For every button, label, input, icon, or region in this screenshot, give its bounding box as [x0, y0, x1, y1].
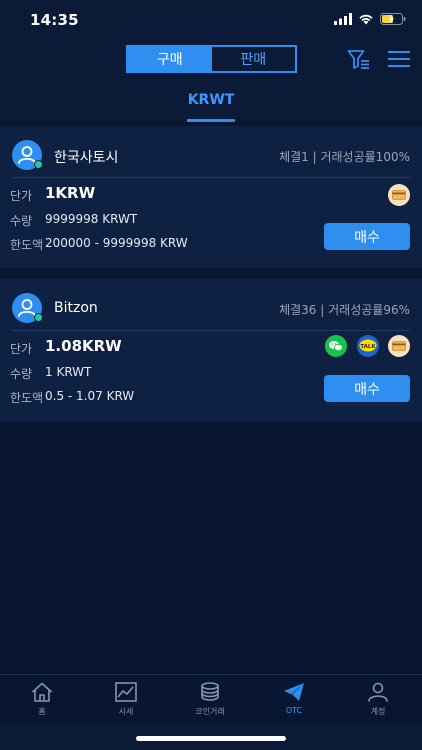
merchant-name[interactable]: 한국사토시	[54, 147, 118, 167]
chart-icon	[115, 682, 137, 702]
buy-sell-segment: 구매 판매	[126, 45, 297, 73]
limit-label: 한도액	[10, 391, 44, 405]
payment-method-wechat	[325, 335, 347, 357]
quantity-label: 수량	[10, 214, 33, 228]
quantity-label: 수량	[10, 367, 33, 381]
quantity-value: 9999998 KRWT	[45, 212, 138, 226]
kakaotalk-label: TALK	[360, 344, 376, 350]
nav-label: 코인거래	[195, 707, 225, 716]
home-indicator	[136, 736, 286, 741]
header: 구매 판매	[0, 40, 422, 80]
order-card: Bitzon 체결36 | 거래성공률96% 단가 1.08KRW TALK 수…	[0, 279, 422, 421]
limit-value: 0.5 - 1.07 KRW	[45, 389, 135, 403]
buy-button[interactable]: 매수	[324, 223, 410, 250]
limit-value: 200000 - 9999998 KRW	[45, 236, 188, 250]
home-icon	[31, 682, 53, 702]
merchant-stats: 체결1 | 거래성공률100%	[279, 150, 410, 164]
online-status-dot	[34, 313, 43, 322]
price-label: 단가	[10, 189, 33, 203]
battery-charging-icon	[380, 13, 406, 25]
nav-item-otc[interactable]: OTC	[252, 679, 336, 723]
status-bar: 14:35	[0, 0, 422, 40]
bottom-nav: 홈 시세 코인거래 OTC 계정	[0, 674, 422, 724]
hamburger-menu-icon	[388, 51, 410, 67]
order-list: 한국사토시 체결1 | 거래성공률100% 단가 1KRW 수량 9999998…	[0, 122, 422, 674]
payment-method-bank	[388, 335, 410, 357]
nav-label: 시세	[118, 707, 134, 716]
nav-label: 계정	[370, 707, 386, 716]
segment-sell[interactable]: 판매	[211, 47, 295, 71]
merchant-name[interactable]: Bitzon	[54, 300, 98, 316]
payment-method-kakaotalk: TALK	[357, 335, 379, 357]
menu-button[interactable]	[388, 50, 410, 68]
filter-icon	[347, 50, 369, 69]
divider	[12, 330, 410, 331]
coins-icon	[201, 682, 219, 701]
bank-card-icon	[392, 190, 406, 200]
wechat-icon	[329, 341, 343, 352]
status-time: 14:35	[30, 11, 79, 29]
nav-item-market[interactable]: 시세	[84, 679, 168, 723]
buy-button[interactable]: 매수	[324, 375, 410, 402]
currency-tab-bar: KRWT	[0, 82, 422, 122]
cellular-signal-icon	[334, 13, 352, 25]
price-value: 1.08KRW	[45, 337, 122, 355]
online-status-dot	[34, 160, 43, 169]
nav-label: 홈	[38, 707, 46, 716]
nav-label: OTC	[285, 706, 303, 715]
tab-krwt[interactable]: KRWT	[0, 92, 422, 108]
price-label: 단가	[10, 342, 33, 356]
wifi-icon	[359, 14, 373, 25]
nav-item-home[interactable]: 홈	[0, 679, 84, 723]
user-icon	[368, 682, 388, 702]
payment-method-bank	[388, 184, 410, 206]
status-icons	[334, 13, 406, 25]
nav-item-coin-trade[interactable]: 코인거래	[168, 679, 252, 723]
price-value: 1KRW	[45, 184, 96, 202]
kakaotalk-icon: TALK	[359, 339, 377, 352]
order-card: 한국사토시 체결1 | 거래성공률100% 단가 1KRW 수량 9999998…	[0, 126, 422, 268]
divider	[12, 177, 410, 178]
segment-buy[interactable]: 구매	[128, 47, 212, 71]
filter-button[interactable]	[347, 49, 371, 71]
nav-item-account[interactable]: 계정	[336, 679, 420, 723]
merchant-stats: 체결36 | 거래성공률96%	[279, 303, 410, 317]
paper-plane-icon	[284, 683, 304, 701]
bank-card-icon	[392, 341, 406, 351]
limit-label: 한도액	[10, 238, 44, 252]
quantity-value: 1 KRWT	[45, 365, 92, 379]
